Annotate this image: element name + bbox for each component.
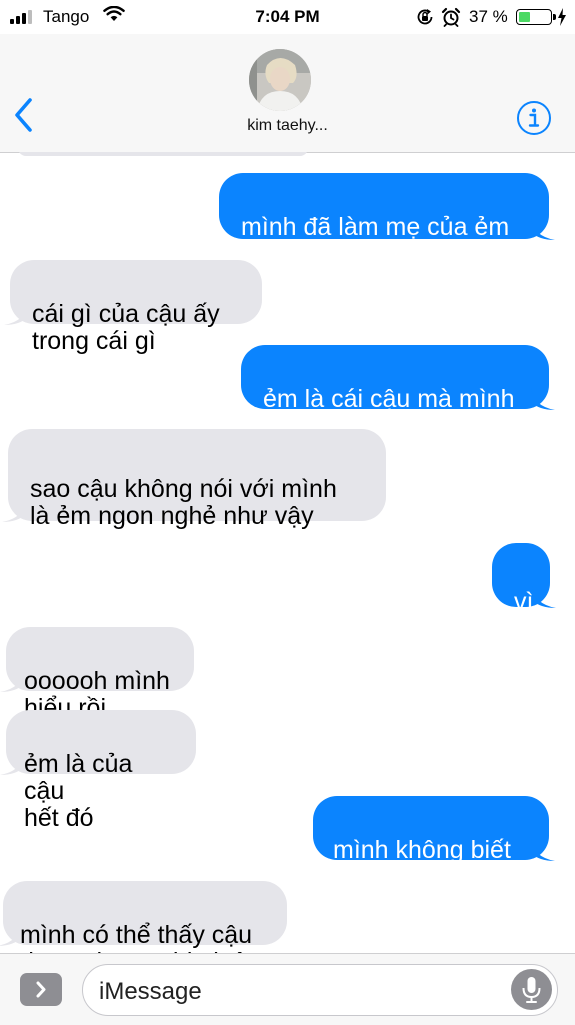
message-text: sao cậu không nói với mình là ẻm ngon ng… [30,475,337,530]
conversation-header: kim taehy... [0,34,575,153]
message-bubble-incoming[interactable]: oooooh mình hiểu rồi [0,627,194,722]
message-text: ẻm là của cậu hết đó [24,750,133,832]
status-bar: Tango 7:04 PM 37 % [0,0,575,34]
message-bubble-outgoing[interactable]: mình đã làm mẹ của ẻm trong 1 tuần [219,173,555,268]
message-text: mình có thể thấy cậu đang phụng phịu luô… [20,921,261,954]
message-input-placeholder: iMessage [99,978,202,1005]
message-input[interactable]: iMessage [82,964,558,1016]
message-thread[interactable]: mình đã làm mẹ của ẻm trong 1 tuần cái g… [0,152,575,953]
message-text: vì [514,588,534,616]
message-bubble-partial [18,152,308,156]
message-bubble-incoming[interactable]: ẻm là của cậu hết đó [0,710,196,832]
message-bubble-incoming[interactable]: sao cậu không nói với mình là ẻm ngon ng… [2,429,386,530]
battery-icon [516,9,556,25]
battery-percent: 37 % [469,7,508,26]
message-text: mình đã làm mẹ của ẻm trong 1 tuần [241,213,510,268]
compose-bar: iMessage [0,953,575,1025]
chevron-right-icon [36,981,46,998]
app-drawer-button[interactable] [20,973,62,1006]
contact-name[interactable]: kim taehy... [0,117,575,135]
message-bubble-outgoing[interactable]: vì [492,543,556,616]
info-icon[interactable] [516,100,552,136]
message-text: cái gì của cậu ấy trong cái gì [32,300,220,355]
message-bubble-outgoing[interactable]: ẻm là cái cậu mà mình đã nhắn tin ấy [241,345,555,440]
microphone-icon [522,977,541,1003]
message-bubble-incoming[interactable]: mình có thể thấy cậu đang phụng phịu luô… [0,881,287,953]
alarm-icon [441,7,461,27]
rotation-lock-icon [417,9,433,25]
message-bubble-outgoing[interactable]: mình không biết cậu đang nói gì [313,796,555,891]
avatar[interactable] [249,49,311,111]
message-text: mình không biết cậu đang nói gì [333,836,511,891]
message-bubble-incoming[interactable]: cái gì của cậu ấy trong cái gì [4,260,262,355]
charging-icon [558,8,566,26]
dictation-button[interactable] [511,969,552,1010]
